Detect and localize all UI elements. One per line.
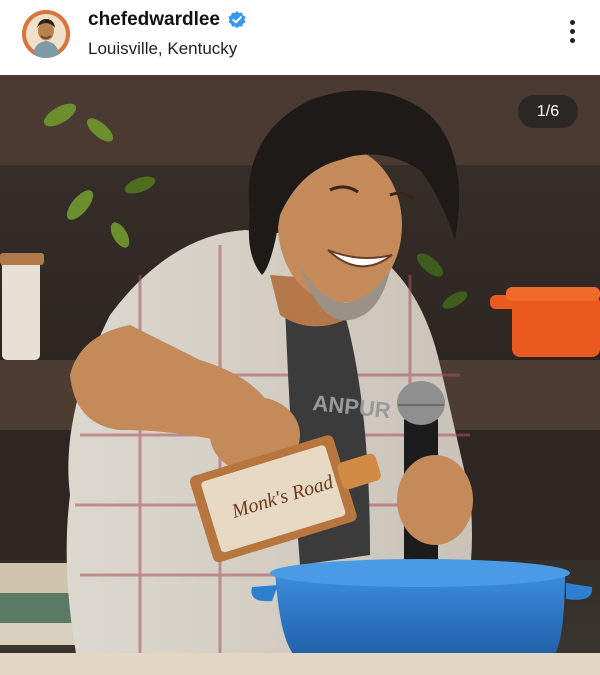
jar [2, 260, 40, 360]
post-photo[interactable]: ANPUR Monk's Road 1/6 [0, 75, 600, 675]
post-header: chefedwardlee Louisville, Kentucky [0, 0, 600, 75]
table-surface [0, 653, 600, 675]
more-options-icon[interactable] [566, 20, 578, 50]
right-hand [397, 455, 473, 545]
username-row: chefedwardlee [88, 9, 247, 31]
carousel-counter: 1/6 [518, 95, 578, 128]
profile-avatar[interactable] [22, 10, 70, 58]
blue-pot [251, 559, 593, 660]
verified-badge-icon [227, 10, 247, 30]
post-location[interactable]: Louisville, Kentucky [88, 39, 237, 59]
username[interactable]: chefedwardlee [88, 9, 220, 31]
